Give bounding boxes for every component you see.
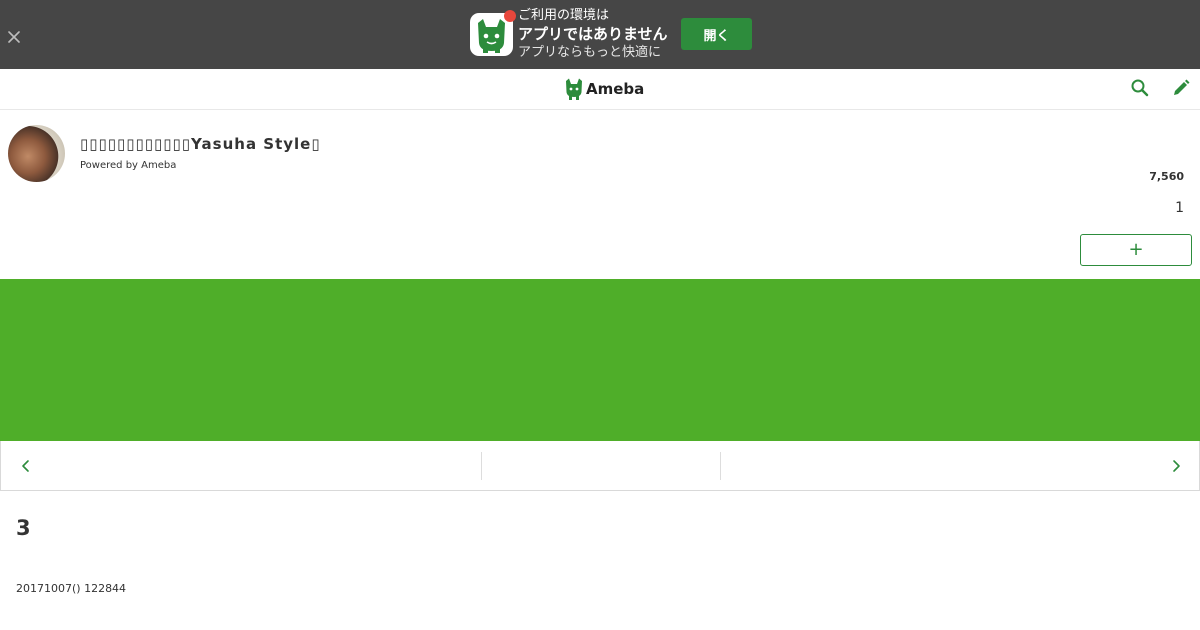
banner-close-button[interactable] xyxy=(5,28,23,46)
site-header: Ameba xyxy=(0,69,1200,110)
powered-by-label: Powered by Ameba xyxy=(80,160,177,171)
entry-date: 20171007() 122844 xyxy=(16,582,127,595)
write-post-button[interactable] xyxy=(1170,77,1192,99)
previous-entry-button[interactable] xyxy=(15,455,37,477)
app-install-banner: ご利用の環境は アプリではありません アプリならもっと快適に 開く xyxy=(0,0,1200,69)
search-button[interactable] xyxy=(1129,77,1151,99)
ameba-logo[interactable]: Ameba xyxy=(565,77,644,101)
next-entry-button[interactable] xyxy=(1165,455,1187,477)
chevron-right-icon xyxy=(1173,460,1180,472)
blog-avatar[interactable] xyxy=(8,125,65,182)
notification-dot xyxy=(504,10,516,22)
follow-button[interactable]: + xyxy=(1080,234,1192,266)
chevron-left-icon xyxy=(22,460,29,472)
page-root: ご利用の環境は アプリではありません アプリならもっと快適に 開く Ameba xyxy=(0,0,1200,630)
reader-count: 7,560 xyxy=(1149,170,1184,183)
banner-line-2: アプリではありません xyxy=(518,25,668,43)
close-icon xyxy=(8,31,20,43)
pencil-icon xyxy=(1174,79,1190,95)
blog-title[interactable]: ▯▯▯▯▯▯▯▯▯▯▯▯Yasuha Style▯ xyxy=(80,135,321,153)
logo-text: Ameba xyxy=(586,80,645,98)
entry-pager xyxy=(0,441,1200,491)
banner-message: ご利用の環境は アプリではありません アプリならもっと快適に xyxy=(518,7,678,61)
blog-banner-area xyxy=(0,279,1200,441)
banner-line-3: アプリならもっと快適に xyxy=(518,45,662,60)
entry-title[interactable]: 3 xyxy=(16,516,31,540)
secondary-count: 1 xyxy=(1175,200,1184,216)
pager-divider-left xyxy=(481,452,482,480)
banner-line-1: ご利用の環境は xyxy=(518,8,610,23)
search-icon xyxy=(1131,79,1149,97)
ameba-mascot-icon xyxy=(566,78,582,100)
pager-divider-right xyxy=(720,452,721,480)
open-app-button[interactable]: 開く xyxy=(681,18,752,50)
